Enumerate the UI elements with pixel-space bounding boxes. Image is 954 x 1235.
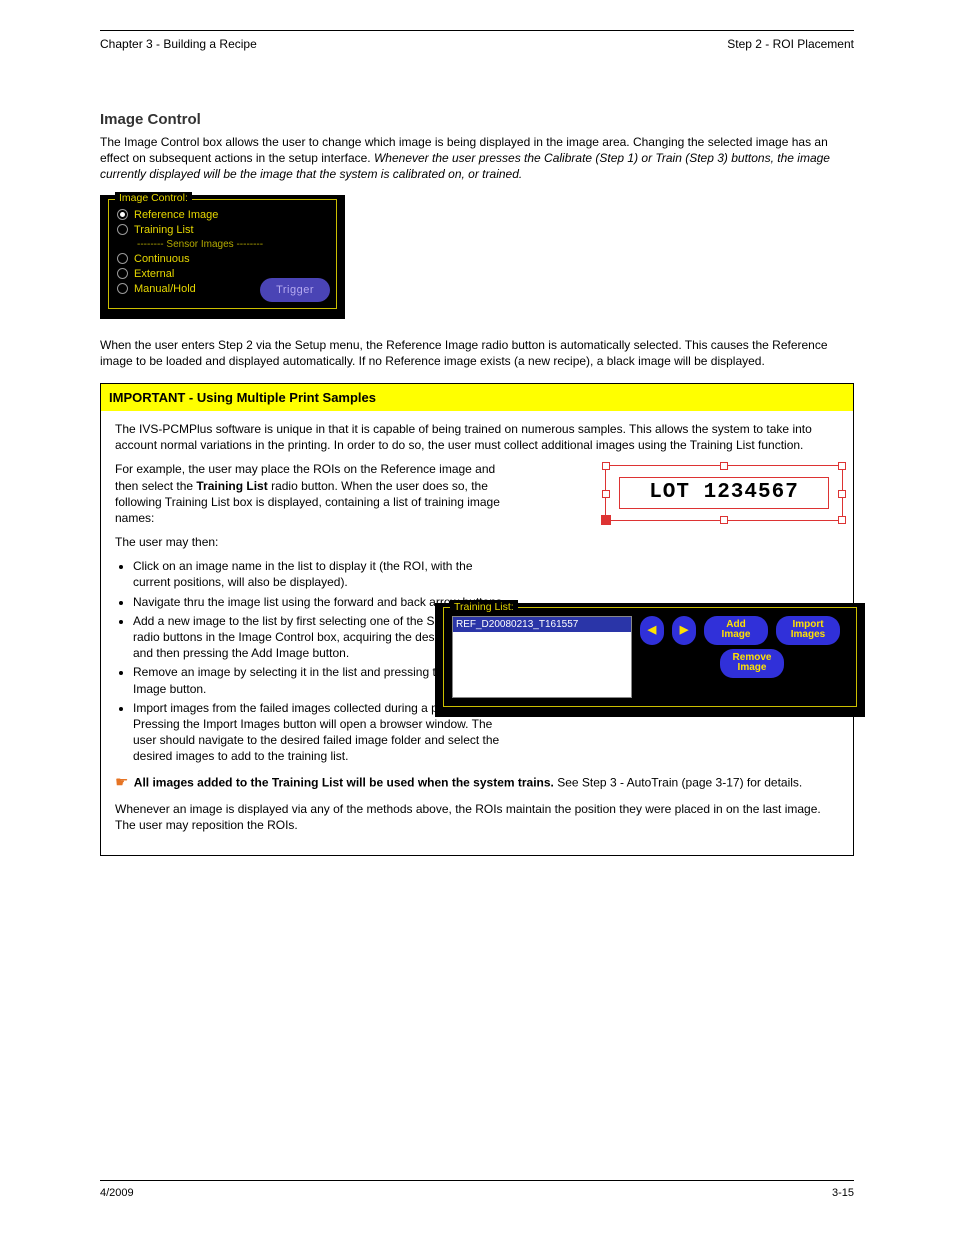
radio-continuous[interactable]: Continuous: [117, 253, 328, 265]
page-header: Chapter 3 - Building a Recipe Step 2 - R…: [100, 37, 854, 51]
image-control-panel: Image Control: Reference Image Training …: [100, 195, 345, 319]
section-para-1: The Image Control box allows the user to…: [100, 134, 854, 183]
image-control-groupbox: Image Control: Reference Image Training …: [108, 199, 337, 309]
footer-page: 3-15: [832, 1187, 854, 1199]
page-footer: 4/2009 3-15: [100, 1180, 854, 1199]
training-list-legend: Training List:: [450, 600, 518, 614]
prev-icon: ◀: [648, 625, 656, 637]
pointer-icon: ☛: [115, 773, 128, 793]
remove-image-button[interactable]: Remove Image: [720, 649, 784, 678]
next-icon: ▶: [680, 625, 688, 637]
radio-icon: [117, 224, 128, 235]
roi-text: LOT 1234567: [619, 477, 829, 509]
prev-image-button[interactable]: ◀: [640, 616, 664, 645]
important-box: IMPORTANT - Using Multiple Print Samples…: [100, 383, 854, 856]
important-p1: The IVS-PCMPlus software is unique in th…: [115, 421, 839, 453]
chapter-label: Chapter 3 - Building a Recipe: [100, 37, 257, 51]
section-para-2: When the user enters Step 2 via the Setu…: [100, 337, 854, 369]
important-note: ☛ All images added to the Training List …: [115, 773, 839, 793]
important-p2: For example, the user may place the ROIs…: [115, 461, 510, 526]
radio-training-list[interactable]: Training List: [117, 224, 328, 236]
bullet-item: Click on an image name in the list to di…: [133, 558, 510, 590]
sensor-images-divider: -------- Sensor Images --------: [137, 239, 328, 250]
step-label: Step 2 - ROI Placement: [727, 37, 854, 51]
trigger-button[interactable]: Trigger: [260, 278, 330, 302]
radio-icon: [117, 283, 128, 294]
add-image-button[interactable]: Add Image: [704, 616, 768, 645]
important-trailing: Whenever an image is displayed via any o…: [115, 801, 839, 833]
radio-icon: [117, 268, 128, 279]
import-images-button[interactable]: Import Images: [776, 616, 840, 645]
next-image-button[interactable]: ▶: [672, 616, 696, 645]
radio-selected-icon: [117, 209, 128, 220]
important-title: IMPORTANT - Using Multiple Print Samples: [101, 384, 853, 411]
footer-date: 4/2009: [100, 1187, 134, 1199]
training-list-item[interactable]: REF_D20080213_T161557: [453, 617, 631, 633]
image-control-legend: Image Control:: [115, 192, 192, 204]
roi-selection-figure: LOT 1234567: [605, 465, 845, 525]
important-body: The IVS-PCMPlus software is unique in th…: [101, 411, 853, 855]
section-heading: Image Control: [100, 111, 854, 128]
bullets-intro: The user may then:: [115, 534, 510, 550]
training-listbox[interactable]: REF_D20080213_T161557: [452, 616, 632, 698]
training-list-panel: Training List: REF_D20080213_T161557 ◀ ▶: [435, 603, 865, 717]
radio-icon: [117, 253, 128, 264]
radio-reference-image[interactable]: Reference Image: [117, 209, 328, 221]
